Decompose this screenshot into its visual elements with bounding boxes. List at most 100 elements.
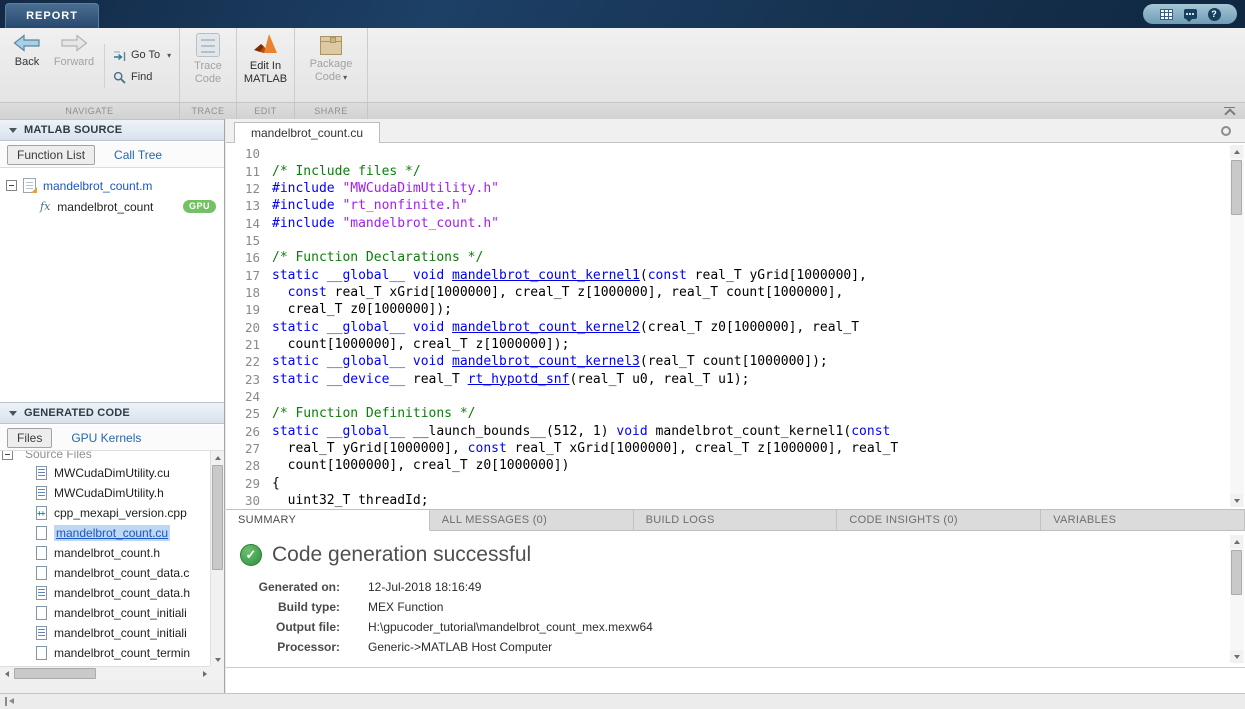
file-rows: MWCudaDimUtility.cu MWCudaDimUtility.h c… (0, 463, 211, 666)
file-name: mandelbrot_count_termin (54, 646, 190, 660)
scrollbar-thumb[interactable] (1231, 160, 1242, 215)
file-name: mandelbrot_count_initiali (54, 606, 187, 620)
share-group: Package Code (295, 28, 368, 102)
tab-options-icon[interactable] (1221, 126, 1231, 136)
report-tab[interactable]: REPORT (5, 3, 99, 28)
code-link[interactable]: mandelbrot_count_kernel1 (452, 268, 640, 283)
code-text: { (272, 476, 280, 491)
scrollbar-thumb[interactable] (212, 465, 223, 570)
trace-code-button[interactable]: Trace Code (180, 33, 236, 86)
cpp-file-icon (36, 506, 47, 520)
forward-arrow-icon (59, 33, 89, 53)
bottom-tab[interactable]: ALL MESSAGES (0) (430, 510, 634, 531)
summary-row-label: Generated on: (240, 580, 340, 594)
code-scrollbar[interactable] (1230, 145, 1244, 507)
code-link[interactable]: rt_hypotd_snf (468, 372, 570, 387)
scroll-up-button[interactable] (211, 451, 224, 464)
code-link[interactable]: mandelbrot_count_kernel2 (452, 320, 640, 335)
line-number: 30 (234, 493, 260, 508)
scrollbar-thumb[interactable] (1231, 550, 1242, 595)
generated-code-title: GENERATED CODE (24, 407, 130, 419)
scrollbar-thumb[interactable] (14, 668, 96, 679)
sidebar-footer (0, 680, 224, 693)
line-number: 19 (234, 302, 260, 317)
collapse-box-icon[interactable] (2, 451, 13, 460)
code-line: 13 #include "rt_nonfinite.h" (234, 197, 1225, 214)
summary-row-value: Generic->MATLAB Host Computer (368, 640, 1245, 654)
titlebar: REPORT ? (0, 0, 1245, 28)
file-name: MWCudaDimUtility.h (54, 486, 164, 500)
scroll-left-button[interactable] (0, 667, 13, 680)
find-button[interactable]: Find (113, 66, 171, 88)
code-text: static __global__ void mandelbrot_count_… (272, 320, 859, 335)
function-list-tree: mandelbrot_count.m fx mandelbrot_count G… (0, 168, 224, 402)
panel-tab-label: GPU Kernels (71, 431, 141, 445)
sidebar-horizontal-scrollbar[interactable] (0, 666, 211, 680)
matlab-source-title: MATLAB SOURCE (24, 124, 122, 136)
file-list-item[interactable]: mandelbrot_count.cu (0, 523, 211, 543)
scroll-down-button[interactable] (1230, 650, 1243, 663)
bottom-tab[interactable]: SUMMARY (226, 510, 430, 531)
panel-tab[interactable]: GPU Kernels (62, 429, 150, 447)
editor-tab-label: mandelbrot_count.cu (251, 126, 363, 140)
summary-row: Generated on: 12-Jul-2018 18:16:49 (226, 577, 1245, 597)
back-button[interactable]: Back (5, 33, 49, 68)
collapse-sidebar-icon[interactable] (5, 697, 17, 706)
bottom-tab-bar: SUMMARY ALL MESSAGES (0) BUILD LOGS CODE… (226, 509, 1245, 531)
scroll-up-button[interactable] (1230, 535, 1243, 548)
line-number: 11 (234, 164, 260, 179)
forward-button[interactable]: Forward (52, 33, 96, 68)
feedback-icon[interactable] (1184, 9, 1197, 19)
file-list-item[interactable]: cpp_mexapi_version.cpp (0, 503, 211, 523)
panel-tab[interactable]: Call Tree (105, 146, 171, 164)
file-list-item[interactable]: mandelbrot_count_termin (0, 643, 211, 663)
gpu-badge: GPU (183, 200, 216, 213)
goto-find-stack: Go To Find (104, 44, 171, 88)
tree-item-mfile[interactable]: mandelbrot_count.m (0, 175, 224, 196)
source-file-icon (36, 566, 47, 580)
summary-scrollbar[interactable] (1230, 535, 1244, 663)
file-list-item[interactable]: mandelbrot_count_initiali (0, 623, 211, 643)
code-link[interactable]: mandelbrot_count_kernel3 (452, 354, 640, 369)
line-number: 15 (234, 233, 260, 248)
find-label: Find (131, 71, 152, 83)
file-list-item[interactable]: mandelbrot_count_data.h (0, 583, 211, 603)
scroll-down-button[interactable] (211, 653, 224, 666)
file-tree-group-row[interactable]: Source Files (0, 451, 211, 463)
editor-tab[interactable]: mandelbrot_count.cu (234, 122, 380, 143)
file-list-item[interactable]: MWCudaDimUtility.h (0, 483, 211, 503)
line-number: 25 (234, 406, 260, 421)
bottom-tab[interactable]: BUILD LOGS (634, 510, 838, 531)
code-line: 25 /* Function Definitions */ (234, 405, 1225, 422)
tree-item-function[interactable]: fx mandelbrot_count GPU (0, 196, 224, 217)
line-number: 17 (234, 268, 260, 283)
summary-row-label: Build type: (240, 600, 340, 614)
scroll-up-button[interactable] (1230, 145, 1243, 158)
matlab-source-header[interactable]: MATLAB SOURCE (0, 119, 224, 141)
bottom-tab-label: BUILD LOGS (646, 514, 715, 526)
bottom-tab[interactable]: CODE INSIGHTS (0) (837, 510, 1041, 531)
file-list-item[interactable]: mandelbrot_count.h (0, 543, 211, 563)
back-label: Back (15, 56, 39, 68)
collapse-box-icon[interactable] (6, 180, 17, 191)
summary-row: Processor: Generic->MATLAB Host Computer (226, 637, 1245, 657)
file-list-item[interactable]: mandelbrot_count_initiali (0, 603, 211, 623)
mfile-icon (23, 178, 36, 193)
find-icon (113, 71, 126, 84)
bottom-tab[interactable]: VARIABLES (1041, 510, 1245, 531)
panel-tab[interactable]: Function List (7, 145, 95, 165)
file-list-scrollbar[interactable] (210, 451, 224, 666)
summary-rows: Generated on: 12-Jul-2018 18:16:49 Build… (226, 577, 1245, 657)
generated-code-header[interactable]: GENERATED CODE (0, 402, 224, 424)
package-code-button[interactable]: Package Code (295, 33, 367, 84)
file-list-item[interactable]: MWCudaDimUtility.cu (0, 463, 211, 483)
goto-button[interactable]: Go To (113, 44, 171, 66)
code-text: static __global__ void mandelbrot_count_… (272, 268, 867, 283)
edit-in-matlab-button[interactable]: Edit In MATLAB (237, 33, 294, 86)
minimize-ribbon-icon[interactable] (1224, 107, 1235, 116)
file-list-item[interactable]: mandelbrot_count_data.c (0, 563, 211, 583)
scroll-down-button[interactable] (1230, 494, 1243, 507)
panel-tab[interactable]: Files (7, 428, 52, 448)
help-icon[interactable]: ? (1208, 8, 1221, 21)
layout-grid-icon[interactable] (1160, 9, 1173, 20)
